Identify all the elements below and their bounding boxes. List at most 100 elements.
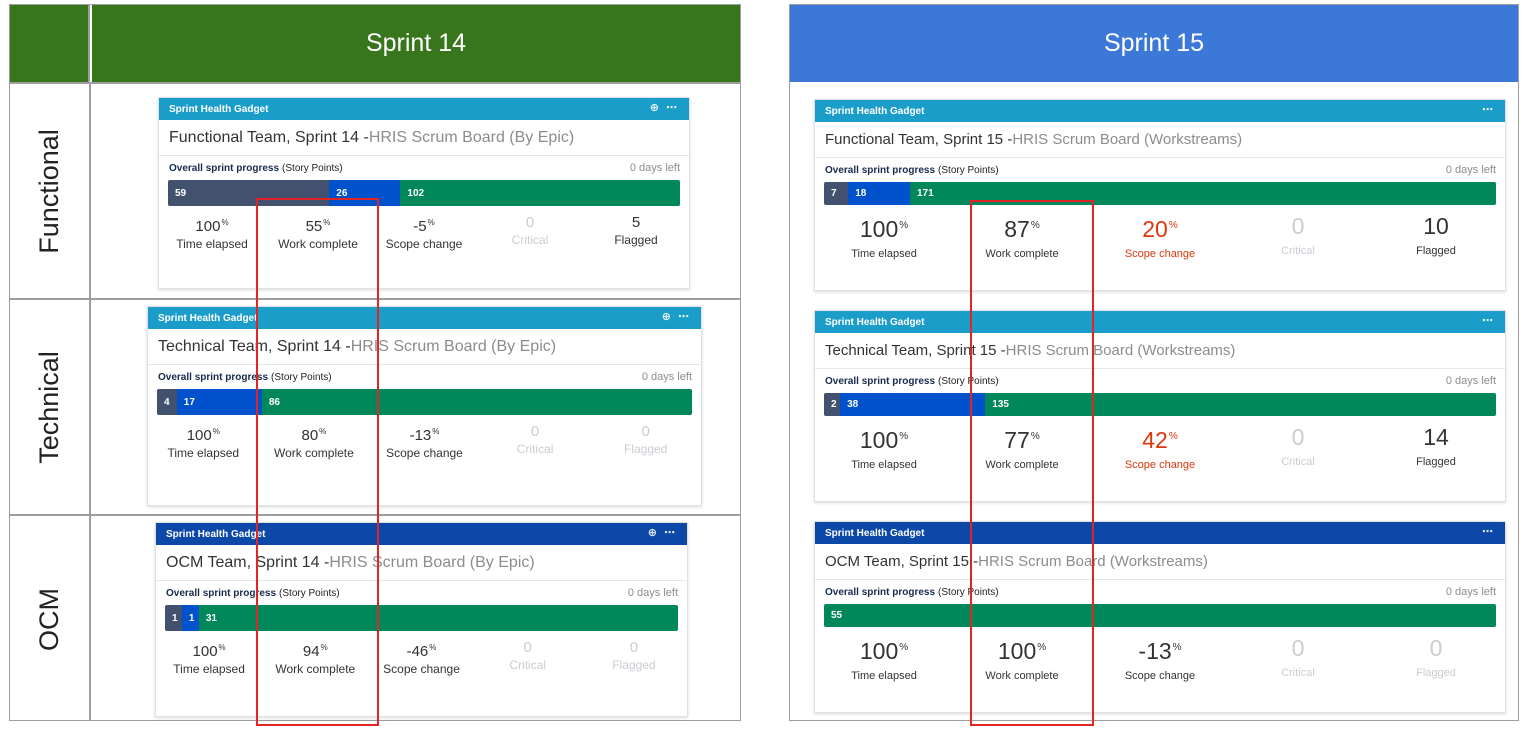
stat-scope-change: -46% Scope change [383,643,460,676]
done-segment: 55 [824,604,1496,627]
days-left: 0 days left [1445,586,1496,598]
work-complete-highlight [256,198,379,726]
progress-caption: Overall sprint progress (Story Points) 0 … [148,365,701,389]
stat-scope-change: 42% Scope change [1124,427,1196,471]
column-divider [89,82,91,720]
sprint-health-gadget: Sprint Health Gadget ⊕ ⋯ Technical Team,… [147,306,702,506]
gadget-menu-icon[interactable]: ⊕ ⋯ [650,101,679,114]
stat-time-elapsed: 100% Time elapsed [173,643,245,676]
gadget-title: OCM Team, Sprint 14 - HRIS Scrum Board (… [156,545,687,581]
stat-scope-change: -5% Scope change [385,218,463,251]
gadget-menu-icon[interactable]: ⊕ ⋯ [648,526,677,539]
progress-caption: Overall sprint progress (Story Points) 0 … [815,369,1505,393]
sprint-health-gadget: Sprint Health Gadget ⊕ ⋯ Functional Team… [158,97,690,289]
progress-caption: Overall sprint progress (Story Points) 0 … [815,580,1505,604]
gadget-header-title: Sprint Health Gadget [825,105,925,117]
sprint15-header: Sprint 15 [790,5,1518,82]
stats-row: 100% Time elapsed 80% Work complete -13% Sc… [148,422,701,460]
row-label-ocm: OCM [34,587,64,651]
gadget-header: Sprint Health Gadget ⋯ [815,100,1505,122]
stats-row: 100% Time elapsed 100% Work complete -13% S… [815,634,1505,682]
progress-label: Overall sprint progress [825,586,936,598]
sprint-health-gadget: Sprint Health Gadget ⋯ OCM Team, Sprint … [814,521,1506,713]
gadget-menu-icon[interactable]: ⋯ [1482,103,1495,116]
sprint-progress-bar: 55 [824,604,1496,627]
work-complete-highlight [970,200,1094,726]
stat-flagged: 5 Flagged [614,214,658,247]
stat-scope-change: -13% Scope change [1124,638,1196,682]
stat-scope-change: -13% Scope change [386,427,463,460]
team-name: OCM Team, Sprint 15 - [825,553,979,570]
gadget-title: Technical Team, Sprint 14 - HRIS Scrum B… [148,329,701,365]
progress-unit: (Story Points) [938,164,999,176]
stat-critical: 0 Critical [516,423,554,456]
stat-flagged: 0 Flagged [612,639,656,672]
stat-time-elapsed: 100% Time elapsed [851,638,917,682]
progress-unit: (Story Points) [282,162,343,174]
gadget-title: OCM Team, Sprint 15 - HRIS Scrum Board (… [815,544,1505,580]
sprint-progress-bar: 59 26 102 [168,180,680,206]
board-name: HRIS Scrum Board (By Epic) [368,128,575,146]
gadget-header: Sprint Health Gadget ⋯ [815,522,1505,544]
stat-critical: 0 Critical [511,214,549,247]
in-progress-segment: 38 [840,393,986,416]
days-left: 0 days left [629,162,680,174]
stat-scope-change: 20% Scope change [1124,216,1196,260]
in-progress-segment: 1 [181,605,199,631]
gadget-header: Sprint Health Gadget ⊕ ⋯ [156,523,687,545]
sprint-progress-bar: 2 38 135 [824,393,1496,416]
stat-time-elapsed: 100% Time elapsed [167,427,240,460]
team-name: Functional Team, Sprint 14 - [169,128,369,146]
days-left: 0 days left [627,587,678,599]
todo-segment: 2 [824,393,841,416]
team-name: Functional Team, Sprint 15 - [825,131,1013,148]
stats-row: 100% Time elapsed 87% Work complete 20% Sco… [815,212,1505,260]
gadget-menu-icon[interactable]: ⊕ ⋯ [662,310,691,323]
stats-row: 100% Time elapsed 94% Work complete -46% Sc… [156,638,687,676]
progress-caption: Overall sprint progress (Story Points) 0 … [156,581,687,605]
stat-flagged: 10 Flagged [1416,213,1456,257]
gadget-header: Sprint Health Gadget ⊕ ⋯ [159,98,689,120]
progress-label: Overall sprint progress [825,164,936,176]
todo-segment: 1 [165,605,182,631]
stats-row: 100% Time elapsed 55% Work complete -5% Sco… [159,213,689,251]
row-label-technical: Technical [34,350,64,464]
days-left: 0 days left [1445,164,1496,176]
sprint-progress-bar: 4 17 86 [157,389,692,415]
stat-time-elapsed: 100% Time elapsed [851,427,917,471]
progress-label: Overall sprint progress [825,375,936,387]
stat-critical: 0 Critical [1281,424,1315,468]
stat-flagged: 0 Flagged [1416,635,1456,679]
gadget-header-title: Sprint Health Gadget [169,103,269,115]
days-left: 0 days left [1445,375,1496,387]
progress-label: Overall sprint progress [169,162,280,174]
gadget-header-title: Sprint Health Gadget [158,312,258,324]
gadget-header: Sprint Health Gadget ⊕ ⋯ [148,307,701,329]
sprint-progress-bar: 1 1 31 [165,605,678,631]
gadget-title: Functional Team, Sprint 14 - HRIS Scrum … [159,120,689,156]
stat-flagged: 0 Flagged [623,423,668,456]
sprint14-header: Sprint 14 [92,5,740,82]
gadget-header: Sprint Health Gadget ⋯ [815,311,1505,333]
row-label-functional: Functional [34,128,65,254]
progress-label: Overall sprint progress [158,371,269,383]
gadget-title: Technical Team, Sprint 15 - HRIS Scrum B… [815,333,1505,369]
stat-flagged: 14 Flagged [1416,424,1456,468]
gadget-menu-icon[interactable]: ⋯ [1482,314,1495,327]
done-segment: 102 [400,180,680,206]
gadget-title: Functional Team, Sprint 15 - HRIS Scrum … [815,122,1505,158]
progress-caption: Overall sprint progress (Story Points) 0 … [815,158,1505,182]
sprint-comparison-slide: Sprint 14 Functional Technical OCM Sprin… [0,0,1527,730]
stats-row: 100% Time elapsed 77% Work complete 42% Sco… [815,423,1505,471]
days-left: 0 days left [641,371,692,383]
todo-segment: 4 [157,389,177,415]
gadget-header-title: Sprint Health Gadget [825,527,925,539]
sprint-health-gadget: Sprint Health Gadget ⋯ Functional Team, … [814,99,1506,291]
board-name: HRIS Scrum Board (By Epic) [350,337,557,355]
stat-time-elapsed: 100% Time elapsed [851,216,917,260]
stat-critical: 0 Critical [509,639,547,672]
stat-critical: 0 Critical [1281,635,1315,679]
row-divider [10,82,740,84]
gadget-menu-icon[interactable]: ⋯ [1482,525,1495,538]
stat-time-elapsed: 100% Time elapsed [176,218,248,251]
